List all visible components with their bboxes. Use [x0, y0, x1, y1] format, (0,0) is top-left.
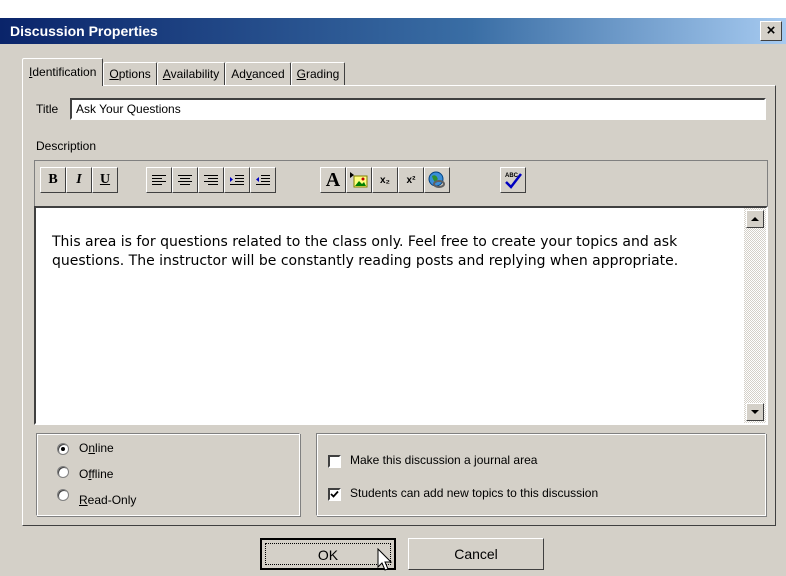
outdent-button[interactable]	[250, 167, 276, 193]
tab-grading[interactable]: Grading	[290, 62, 346, 86]
discussion-properties-dialog: Discussion Properties × Identification O…	[0, 0, 786, 576]
close-button[interactable]: ×	[760, 21, 782, 41]
description-editor[interactable]: This area is for questions related to th…	[34, 206, 768, 425]
tab-identification-rest: dentification	[32, 65, 97, 79]
underline-icon: U	[99, 172, 111, 187]
description-label: Description	[36, 139, 97, 153]
tab-availability-rest: vailability	[170, 67, 220, 81]
subscript-icon: x₂	[379, 174, 390, 186]
tab-advanced[interactable]: Advanced	[225, 62, 291, 86]
align-right-icon	[204, 175, 218, 185]
align-center-icon	[178, 175, 192, 185]
options-group	[316, 433, 766, 516]
radio-online-pre: O	[79, 441, 89, 455]
superscript-button[interactable]: x²	[398, 167, 424, 193]
tab-availability-access: A	[162, 67, 171, 81]
align-right-button[interactable]	[198, 167, 224, 193]
title-label: Title	[36, 102, 59, 116]
ok-focus-rect	[265, 543, 391, 565]
radio-read-only[interactable]	[57, 489, 69, 501]
ok-button[interactable]: OK	[260, 538, 396, 570]
tab-options-access: O	[109, 67, 119, 81]
cancel-button[interactable]: Cancel	[408, 538, 544, 570]
radio-online-label: Online	[79, 441, 114, 455]
radio-read-only-rest: ead-Only	[87, 493, 137, 507]
radio-online[interactable]	[57, 443, 69, 455]
tab-availability[interactable]: Availability	[156, 62, 226, 86]
indent-button[interactable]	[224, 167, 250, 193]
journal-checkbox[interactable]	[328, 455, 341, 468]
indent-icon	[230, 175, 244, 185]
scroll-up-icon	[751, 217, 759, 221]
vertical-scrollbar[interactable]	[744, 208, 766, 423]
tab-options-rest: ptions	[118, 67, 151, 81]
outdent-icon	[256, 175, 270, 185]
underline-button[interactable]: U	[92, 167, 118, 193]
tab-identification[interactable]: Identification	[22, 58, 104, 86]
radio-offline-rest: fline	[91, 467, 114, 481]
globe-link-icon	[428, 171, 445, 188]
radio-online-rest: line	[95, 441, 114, 455]
radio-offline[interactable]	[57, 466, 69, 478]
tab-advanced-pre: Ad	[231, 67, 246, 81]
insert-image-button[interactable]	[346, 167, 372, 193]
radio-offline-pre: O	[79, 467, 89, 481]
bold-icon: B	[48, 172, 58, 187]
checkmark-icon	[330, 490, 339, 498]
window-title: Discussion Properties	[10, 23, 158, 39]
close-icon: ×	[766, 22, 776, 39]
subscript-button[interactable]: x₂	[372, 167, 398, 193]
tab-options[interactable]: Options	[103, 62, 157, 86]
insert-image-icon	[350, 172, 368, 188]
spellcheck-button[interactable]: ABC	[500, 167, 526, 193]
tab-advanced-rest: anced	[251, 67, 285, 81]
description-text: This area is for questions related to th…	[52, 234, 679, 269]
new-topics-checkbox-label: Students can add new topics to this disc…	[350, 486, 599, 500]
radio-offline-label: Offline	[79, 467, 113, 481]
scroll-down-icon	[751, 410, 759, 414]
align-center-button[interactable]	[172, 167, 198, 193]
radio-read-only-label: Read-Only	[79, 493, 136, 507]
cancel-label: Cancel	[454, 546, 498, 562]
italic-button[interactable]: I	[66, 167, 92, 193]
scroll-up-button[interactable]	[746, 210, 764, 228]
status-group	[36, 433, 300, 516]
superscript-icon: x²	[406, 174, 416, 186]
align-left-button[interactable]	[146, 167, 172, 193]
font-button[interactable]: A	[320, 167, 346, 193]
mouse-cursor-icon	[377, 548, 393, 571]
bold-button[interactable]: B	[40, 167, 66, 193]
italic-icon: I	[76, 172, 82, 187]
title-input[interactable]	[70, 98, 766, 120]
spellcheck-icon: ABC	[505, 173, 522, 189]
radio-read-only-access: R	[79, 493, 88, 507]
tab-grading-access: G	[296, 67, 306, 81]
new-topics-checkbox[interactable]	[328, 488, 341, 501]
journal-checkbox-label: Make this discussion a journal area	[350, 453, 538, 467]
window-titlebar: Discussion Properties ×	[0, 0, 786, 44]
insert-link-button[interactable]	[424, 167, 450, 193]
scroll-down-button[interactable]	[746, 403, 764, 421]
tab-grading-rest: rading	[305, 67, 340, 81]
tab-strip: Identification Options Availability Adva…	[22, 58, 346, 86]
font-icon: A	[325, 168, 341, 191]
align-left-icon	[152, 175, 166, 185]
